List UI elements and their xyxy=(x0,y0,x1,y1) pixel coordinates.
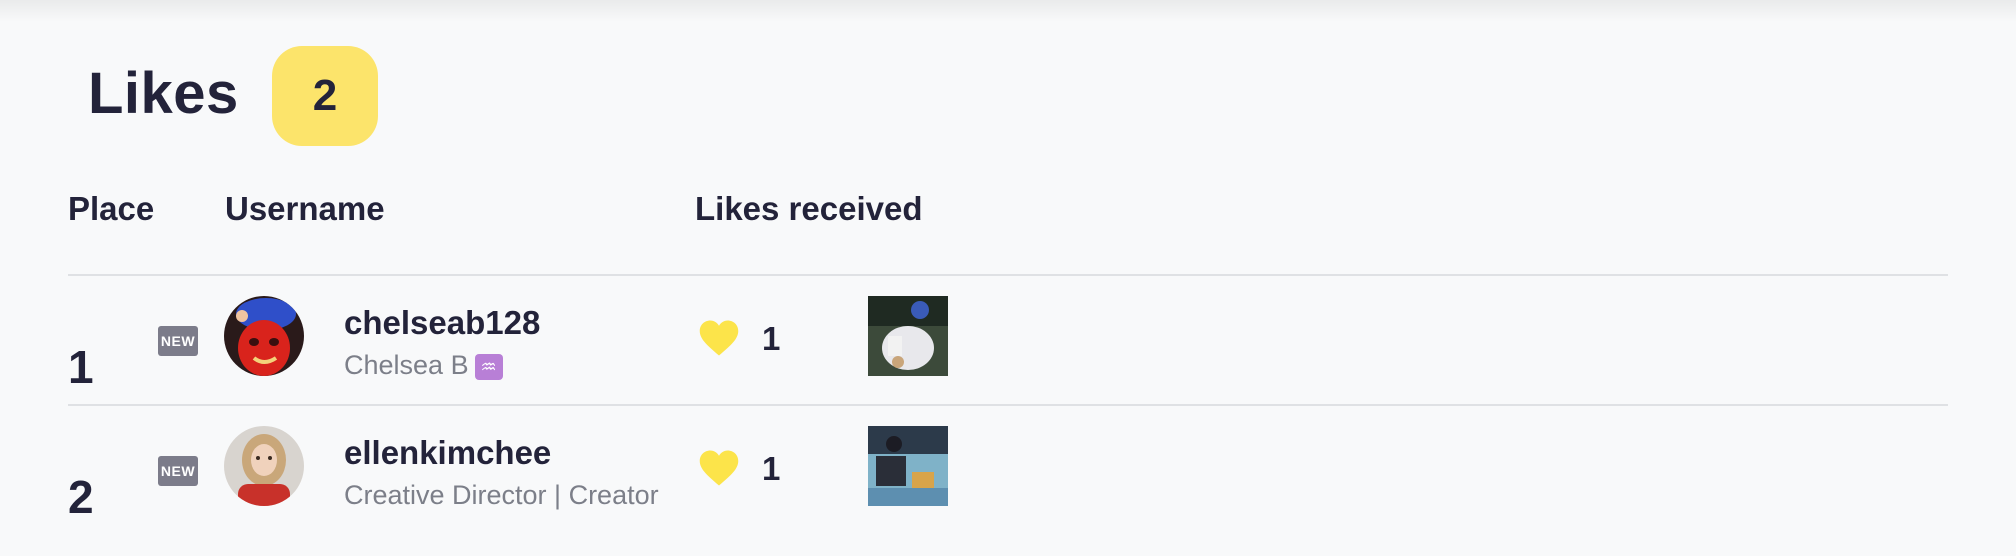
header-divider xyxy=(68,274,1948,276)
display-name: Creative Director | Creator xyxy=(344,480,659,510)
avatar[interactable] xyxy=(224,296,304,376)
aquarius-emoji-icon: ♒ xyxy=(474,353,503,380)
display-name-text: Chelsea B xyxy=(344,350,469,380)
header-shadow xyxy=(0,0,2016,22)
heart-icon xyxy=(699,450,739,486)
avatar-photo-icon xyxy=(224,296,304,376)
column-header-place[interactable]: Place xyxy=(68,190,154,228)
row-divider xyxy=(68,404,1948,406)
post-thumbnail[interactable] xyxy=(868,296,948,376)
table-row[interactable]: 1 NEW chelseab128 Chelsea B ♒ 1 xyxy=(0,296,2016,426)
likes-received-value: 1 xyxy=(762,320,781,357)
likes-received-value: 1 xyxy=(762,450,781,487)
likes-count-badge: 2 xyxy=(272,46,378,146)
new-badge: NEW xyxy=(158,326,198,356)
row-place: 1 xyxy=(68,341,94,393)
avatar[interactable] xyxy=(224,426,304,506)
page-title: Likes xyxy=(88,61,239,126)
column-header-likes-received[interactable]: Likes received xyxy=(695,190,923,228)
post-thumbnail[interactable] xyxy=(868,426,948,506)
avatar-photo-icon xyxy=(224,426,304,506)
table-row[interactable]: 2 NEW ellenkimchee Creative Director | C… xyxy=(0,426,2016,556)
post-thumbnail-icon xyxy=(868,426,948,506)
likes-page: Likes 2 Place Username Likes received 1 … xyxy=(0,0,2016,534)
row-place: 2 xyxy=(68,471,94,523)
new-badge: NEW xyxy=(158,456,198,486)
username-link[interactable]: ellenkimchee xyxy=(344,434,551,472)
heart-icon xyxy=(699,320,739,356)
post-thumbnail-icon xyxy=(868,296,948,376)
column-header-username[interactable]: Username xyxy=(225,190,385,228)
username-link[interactable]: chelseab128 xyxy=(344,304,540,342)
display-name: Chelsea B ♒ xyxy=(344,350,503,381)
